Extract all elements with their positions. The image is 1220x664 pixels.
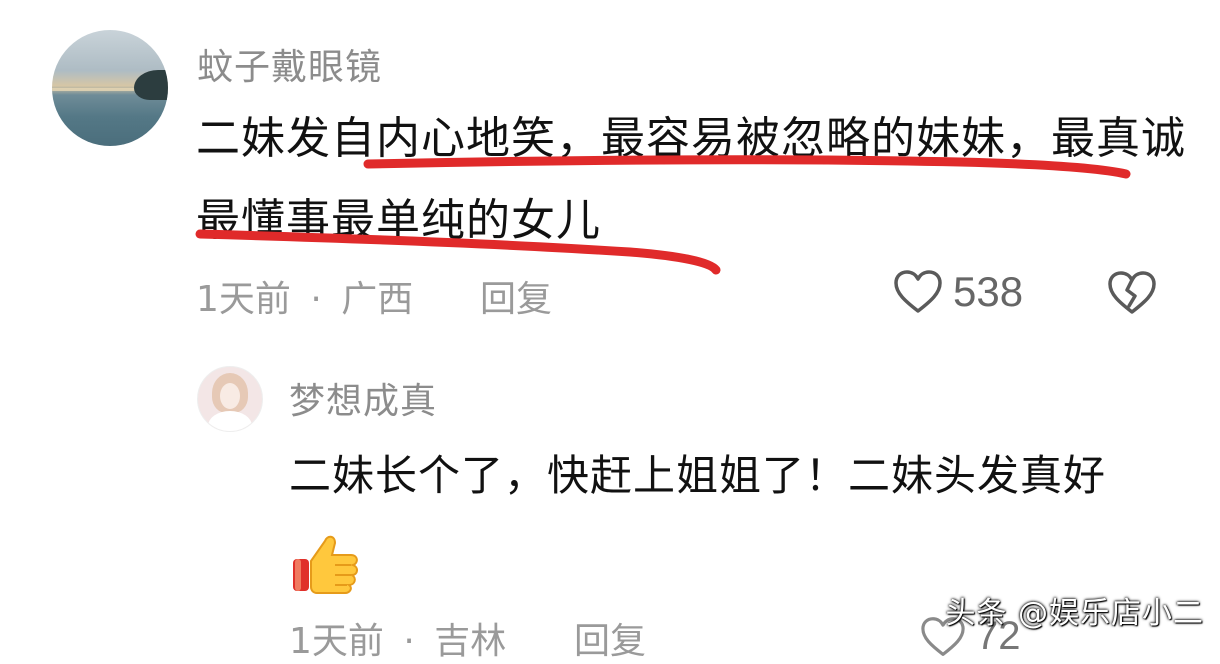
comment-username[interactable]: 蚊子戴眼镜 <box>197 38 382 90</box>
avatar-cliff <box>134 70 168 100</box>
comment-time: 1天前 <box>196 279 291 320</box>
reply-text-content: 二妹长个了，快赶上姐姐了！二妹头发真好 <box>289 451 1107 500</box>
reply-reply-button[interactable]: 回复 <box>574 612 646 664</box>
heart-icon <box>894 270 942 313</box>
avatar-face <box>220 383 240 409</box>
reply-text: 二妹长个了，快赶上姐姐了！二妹头发真好 <box>289 432 1169 608</box>
reply-time: 1天前 <box>289 621 384 662</box>
dislike-button[interactable] <box>1107 270 1157 320</box>
broken-heart-icon <box>1108 271 1156 314</box>
like-count: 538 <box>953 268 1024 315</box>
comment-meta: 1天前 · 广西 <box>196 270 413 322</box>
comment-text: 二妹发自内心地笑，最容易被忽略的妹妹，最真诚最懂事最单纯的女儿 <box>196 113 1186 246</box>
thumbs-up-icon <box>293 535 358 594</box>
meta-separator: · <box>403 621 415 662</box>
avatar-body <box>208 411 252 431</box>
comment-location: 广西 <box>341 279 414 320</box>
like-button[interactable]: 538 <box>893 268 1023 316</box>
watermark: 头条 @娱乐店小二 <box>945 596 1204 631</box>
reply-button[interactable]: 回复 <box>480 270 552 322</box>
reply-username[interactable]: 梦想成真 <box>289 372 437 424</box>
meta-separator: · <box>310 279 322 320</box>
reply-location: 吉林 <box>434 621 507 662</box>
avatar[interactable] <box>52 30 168 146</box>
reply-meta: 1天前 · 吉林 <box>289 612 506 664</box>
reply-avatar[interactable] <box>197 366 263 432</box>
